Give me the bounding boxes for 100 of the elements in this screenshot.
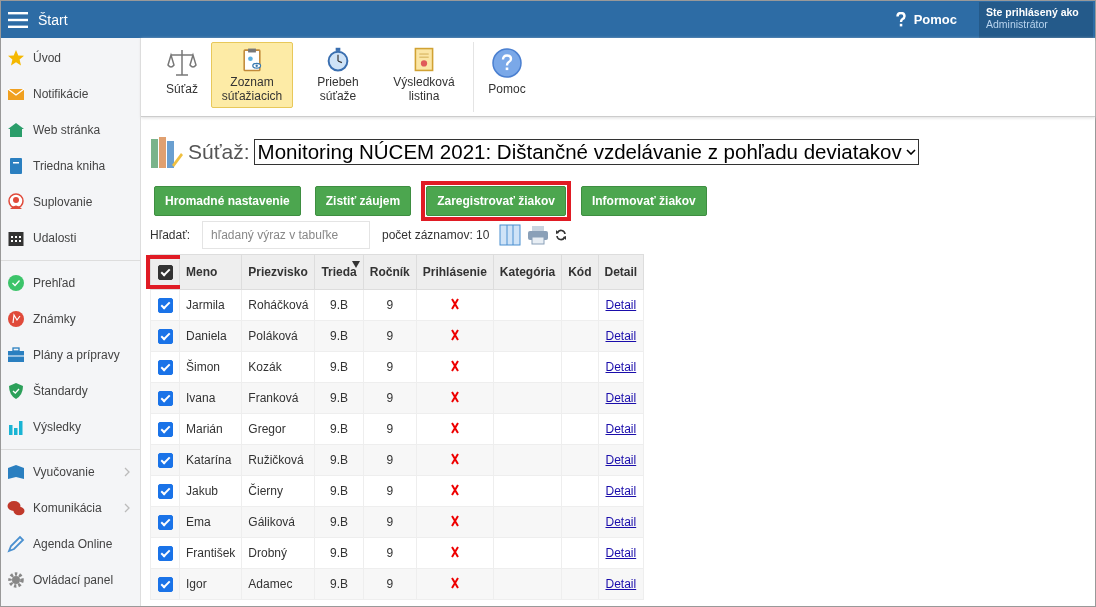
notebook-icon: [7, 157, 25, 175]
table-cell: 9: [386, 515, 394, 529]
table-cell: 9.B: [330, 453, 349, 467]
toolbar-button[interactable]: Výsledková listina: [383, 42, 465, 108]
column-header[interactable]: Kategória: [493, 254, 562, 290]
table-cell: 9: [386, 360, 394, 374]
table-cell: 9: [386, 577, 394, 591]
star-icon: [7, 49, 25, 67]
table-cell: Ivana: [186, 391, 216, 405]
select-all-checkbox[interactable]: [157, 264, 173, 280]
table-cell: 9: [386, 298, 394, 312]
row-checkbox[interactable]: [157, 328, 173, 344]
search-label: Hľadať:: [150, 228, 192, 242]
row-checkbox[interactable]: [157, 545, 173, 561]
sidebar-item[interactable]: Známky: [1, 301, 140, 337]
row-checkbox[interactable]: [157, 576, 173, 592]
table-cell: 9: [386, 422, 394, 436]
column-header[interactable]: Trieda: [314, 254, 364, 290]
table-cell: 9: [386, 329, 394, 343]
table-cell: Katarína: [186, 453, 232, 467]
sidebar-item[interactable]: Suplovanie: [1, 184, 140, 220]
column-header[interactable]: Detail: [598, 254, 644, 290]
briefcase-icon: [7, 346, 25, 364]
user-label: Ste prihlásený ako: [986, 6, 1080, 18]
menu-icon[interactable]: [8, 11, 28, 28]
person-icon: [7, 193, 25, 211]
toolbar-button[interactable]: Súťaž: [157, 42, 207, 108]
sidebar-item[interactable]: Štandardy: [1, 373, 140, 409]
table-cell: Marián: [186, 422, 223, 436]
competition-label: Súťaž:: [188, 140, 250, 164]
table-cell: Čierny: [248, 484, 284, 498]
sidebar-item[interactable]: Triedna kniha: [1, 148, 140, 184]
column-header[interactable]: Kód: [561, 254, 598, 290]
table-cell: Gáliková: [248, 515, 296, 529]
calendar-icon: [7, 229, 25, 247]
scales-icon: [166, 47, 198, 79]
columns-icon[interactable]: [499, 224, 522, 246]
toolbar-button[interactable]: Zoznam súťažiacich: [211, 42, 293, 108]
pen-icon: [7, 535, 25, 553]
table-cell: 9.B: [330, 329, 349, 343]
sidebar-item[interactable]: Komunikácia: [1, 490, 140, 526]
row-checkbox[interactable]: [157, 359, 173, 375]
table-cell: Jakub: [186, 484, 219, 498]
table-cell: 9.B: [330, 391, 349, 405]
table-cell: 9.B: [330, 546, 349, 560]
help-link[interactable]: Pomoc: [913, 12, 957, 27]
table-cell: František: [186, 546, 236, 560]
row-checkbox[interactable]: [157, 390, 173, 406]
table-cell: Ema: [186, 515, 211, 529]
column-header[interactable]: Prihlásenie: [416, 254, 494, 290]
table-cell: Roháčková: [248, 298, 309, 312]
row-checkbox[interactable]: [157, 514, 173, 530]
sidebar-item[interactable]: Úvod: [1, 40, 140, 76]
sidebar-item[interactable]: Agenda Online: [1, 526, 140, 562]
table-cell: Daniela: [186, 329, 227, 343]
page-title: Štart: [38, 11, 68, 28]
bar-chart-icon: [7, 418, 25, 436]
table-cell: 9: [386, 453, 394, 467]
competition-select[interactable]: Monitoring NÚCEM 2021: Dištančné vzdelávanie z pohľadu deviatakov: [253, 139, 919, 165]
user-panel[interactable]: Ste prihlásený ako Administrátor: [979, 2, 1093, 38]
table-cell: 9.B: [330, 422, 349, 436]
table-cell: 9: [386, 391, 394, 405]
sidebar-item[interactable]: Udalosti: [1, 220, 140, 256]
table-cell: Igor: [186, 577, 207, 591]
row-checkbox[interactable]: [157, 297, 173, 313]
check-circle-icon: [7, 274, 25, 292]
sort-icon: [351, 261, 360, 268]
printer-icon[interactable]: [527, 225, 550, 245]
sidebar-item[interactable]: Notifikácie: [1, 76, 140, 112]
table-cell: Gregor: [248, 422, 286, 436]
row-checkbox[interactable]: [157, 421, 173, 437]
table-cell: 9.B: [330, 360, 349, 374]
table-cell: 9: [386, 546, 394, 560]
chevron-icon: [124, 467, 130, 477]
book-icon: [7, 463, 25, 481]
column-header[interactable]: Ročník: [363, 254, 417, 290]
sidebar-item[interactable]: Vyučovanie: [1, 454, 140, 490]
sidebar-item[interactable]: Plány a prípravy: [1, 337, 140, 373]
chevron-icon: [124, 503, 130, 513]
sidebar-item[interactable]: Výsledky: [1, 409, 140, 445]
table-cell: Poláková: [248, 329, 298, 343]
row-checkbox[interactable]: [157, 452, 173, 468]
column-header[interactable]: Priezvisko: [241, 254, 315, 290]
gear-icon: [7, 571, 25, 589]
refresh-icon[interactable]: [555, 229, 568, 241]
sidebar-item[interactable]: Ovládací panel: [1, 562, 140, 598]
help-icon: [491, 47, 523, 79]
search-field[interactable]: hľadaný výraz v tabuľke: [202, 221, 370, 249]
sidebar-item[interactable]: Prehľad: [1, 265, 140, 301]
toolbar-button[interactable]: Priebeh súťaže: [297, 42, 379, 108]
row-checkbox[interactable]: [157, 483, 173, 499]
shield-icon: [7, 382, 25, 400]
table-cell: Adamec: [248, 577, 293, 591]
toolbar-button[interactable]: Pomoc: [482, 42, 532, 108]
column-header[interactable]: Meno: [179, 254, 242, 290]
table-cell: Kozák: [248, 360, 282, 374]
table-cell: Drobný: [248, 546, 288, 560]
help-icon[interactable]: [895, 12, 906, 27]
sidebar-item[interactable]: Web stránka: [1, 112, 140, 148]
user-name: Administrátor: [986, 18, 1049, 30]
